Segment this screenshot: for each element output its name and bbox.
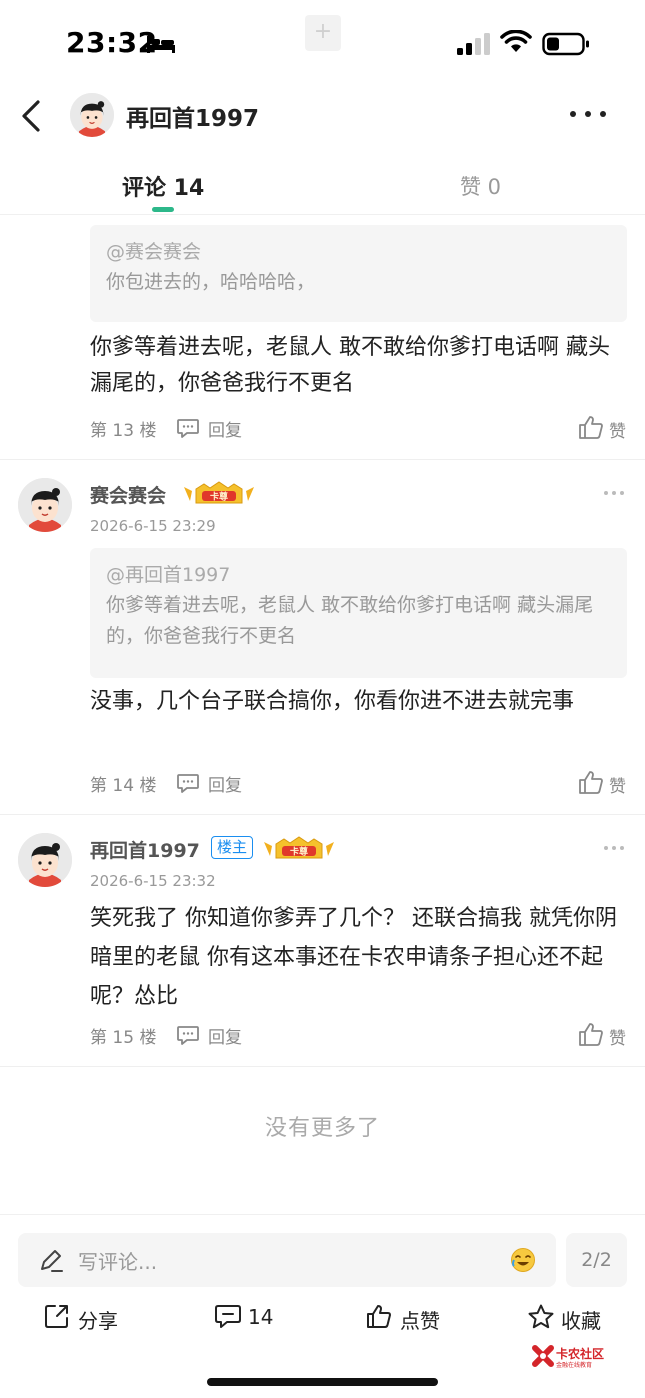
comment-item: 赛会赛会 卡尊 2026-6-15 23:29 @再回首1997 你爹等着进去呢…: [0, 460, 645, 815]
vip-badge: 卡尊: [262, 836, 336, 862]
avatar[interactable]: [18, 833, 72, 887]
tab-bar: 评论 14 赞 0: [0, 160, 645, 215]
tab-active-indicator: [152, 207, 174, 212]
page-indicator[interactable]: 2/2: [566, 1233, 627, 1287]
tab-comments[interactable]: 评论 14: [122, 170, 204, 202]
share-label: 分享: [78, 1309, 118, 1333]
share-icon: [45, 1305, 68, 1328]
tab-likes[interactable]: 赞 0: [460, 171, 501, 201]
owner-badge: 楼主: [211, 836, 254, 859]
watermark: 卡农社区 金融在线教育: [532, 1345, 612, 1371]
reply-label: 回复: [208, 421, 242, 441]
avatar[interactable]: [18, 478, 72, 532]
author-avatar[interactable]: [70, 93, 114, 137]
like-label: 赞: [609, 1029, 626, 1049]
kebab-icon[interactable]: [602, 488, 626, 498]
floor-number: 第 15 楼: [90, 1028, 157, 1048]
vip-badge-text: 卡尊: [210, 491, 228, 503]
watermark-subtitle: 金融在线教育: [556, 1362, 593, 1369]
reply-label: 回复: [208, 776, 242, 796]
status-time: 23:32: [66, 26, 158, 59]
nav-bar: 再回首1997: [0, 88, 645, 144]
quote-user: @再回首1997: [106, 564, 231, 586]
bottom-bar: 写评论... 2/2 分享 14 点赞 收藏 卡农社区 金融在线教育: [0, 1214, 645, 1398]
notch-plus-icon: +: [305, 15, 341, 51]
status-bar: 23:32 +: [0, 0, 645, 88]
comment-count-label: 14: [248, 1305, 274, 1329]
bed-icon: [147, 36, 175, 53]
kebab-icon[interactable]: [602, 843, 626, 853]
comment-body: 没事，几个台子联合搞你，你看你进不进去就完事: [90, 689, 575, 714]
thumb-up-icon: [579, 416, 603, 439]
timestamp: 2026-6-15 23:32: [90, 872, 216, 890]
battery-icon: [542, 32, 589, 56]
vip-badge: 卡尊: [182, 481, 256, 507]
signal-icon: [457, 33, 490, 55]
like-button[interactable]: 赞: [578, 1021, 628, 1049]
like-post-label: 点赞: [400, 1309, 440, 1333]
floor-number: 第 14 楼: [90, 776, 157, 796]
end-of-list-text: 没有更多了: [264, 1116, 380, 1141]
thumb-up-icon: [579, 1023, 603, 1046]
pen-icon: [41, 1250, 63, 1272]
like-button[interactable]: 赞: [578, 414, 628, 442]
comment-input-placeholder: 写评论...: [78, 1250, 158, 1274]
comment-body: 笑死我了 你知道你爹弄了几个？ 还联合搞我 就凭你阴暗里的老鼠 你有这本事还在卡…: [90, 906, 617, 1009]
quote-text: 你包进去的，哈哈哈哈，: [106, 271, 316, 293]
floor-number: 第 13 楼: [90, 421, 157, 441]
comment-input[interactable]: 写评论...: [18, 1233, 556, 1287]
emoji-icon[interactable]: [510, 1247, 536, 1273]
author-name[interactable]: 赛会赛会: [90, 481, 166, 508]
more-icon[interactable]: [566, 102, 610, 126]
star-icon: [528, 1304, 554, 1329]
thumb-up-icon: [367, 1305, 391, 1328]
timestamp: 2026-6-15 23:29: [90, 517, 216, 535]
like-label: 赞: [609, 777, 626, 797]
reply-icon: [177, 419, 199, 438]
back-icon[interactable]: [16, 96, 46, 136]
page-title: 再回首1997: [126, 106, 260, 132]
comment-icon: [215, 1305, 241, 1328]
comment-item: @赛会赛会 你包进去的，哈哈哈哈， 你爹等着进去呢，老鼠人 敢不敢给你爹打电话啊…: [0, 215, 645, 460]
quoted-comment[interactable]: @赛会赛会 你包进去的，哈哈哈哈，: [90, 225, 627, 322]
quote-user: @赛会赛会: [106, 241, 202, 263]
vip-badge-text: 卡尊: [290, 846, 308, 858]
quote-text: 你爹等着进去呢，老鼠人 敢不敢给你爹打电话啊 藏头漏尾的，你爸爸我行不更名: [106, 594, 594, 647]
watermark-logo-icon: [532, 1345, 554, 1367]
comment-item: 再回首1997 楼主 卡尊 2026-6-15 23:32 笑死我了 你知道你爹…: [0, 815, 645, 1067]
thumb-up-icon: [579, 771, 603, 794]
wifi-icon: [500, 30, 532, 52]
quoted-comment[interactable]: @再回首1997 你爹等着进去呢，老鼠人 敢不敢给你爹打电话啊 藏头漏尾的，你爸…: [90, 548, 627, 678]
like-button[interactable]: 赞: [578, 769, 628, 797]
like-label: 赞: [609, 422, 626, 442]
reply-label: 回复: [208, 1028, 242, 1048]
home-indicator: [207, 1378, 438, 1386]
comment-body: 你爹等着进去呢，老鼠人 敢不敢给你爹打电话啊 藏头漏尾的，你爸爸我行不更名: [90, 335, 610, 396]
reply-icon: [177, 1026, 199, 1045]
author-name[interactable]: 再回首1997: [90, 836, 200, 863]
favorite-label: 收藏: [561, 1309, 601, 1333]
reply-icon: [177, 774, 199, 793]
